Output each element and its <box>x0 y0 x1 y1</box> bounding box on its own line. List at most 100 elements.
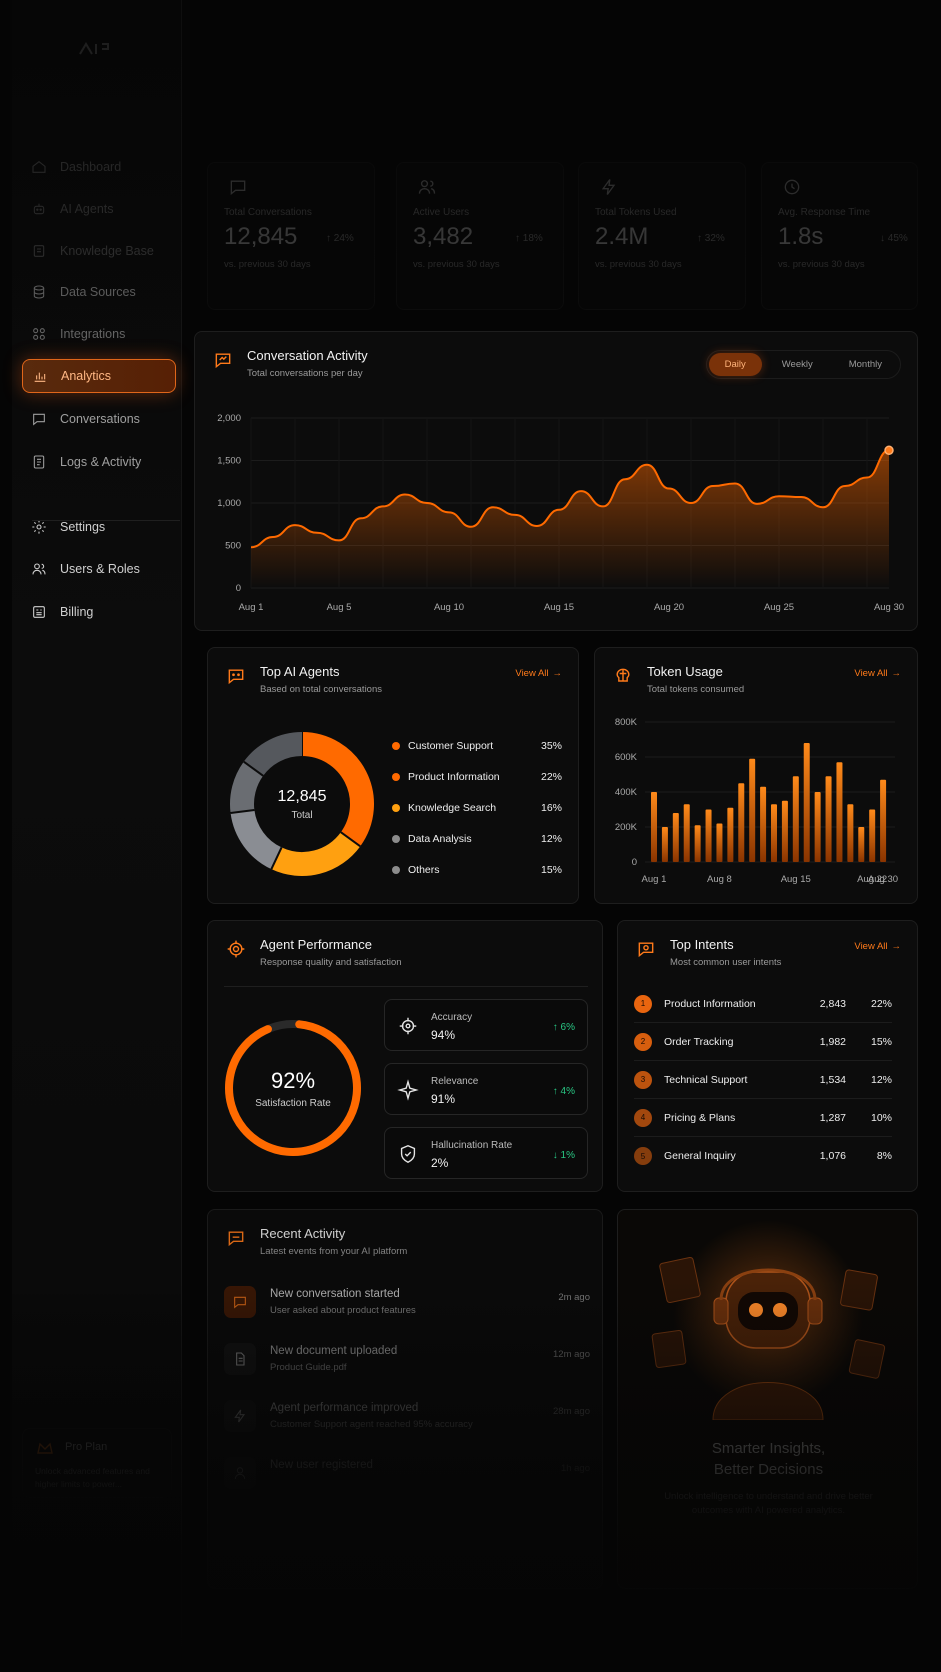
intent-name: Product Information <box>664 997 756 1010</box>
area-fill <box>251 450 889 588</box>
shield-icon <box>397 1143 419 1165</box>
card-subtitle: Based on total conversations <box>260 684 382 695</box>
legend-dot <box>392 866 400 874</box>
bar <box>705 809 712 862</box>
metric-label: Accuracy <box>431 1012 473 1023</box>
x-tick-label: Aug 15 <box>544 602 574 613</box>
activity-title: New user registered <box>270 1459 373 1471</box>
sidebar-item-label: AI Agents <box>60 202 114 216</box>
intent-name: General Inquiry <box>664 1150 736 1162</box>
intent-row[interactable]: 2 Order Tracking 1,982 15% <box>634 1023 892 1061</box>
activity-item[interactable]: New document uploaded Product Guide.pdf … <box>224 1339 590 1387</box>
bar <box>825 776 832 862</box>
sidebar-item-settings[interactable]: Settings <box>22 510 176 544</box>
activity-item[interactable]: Agent performance improved Customer Supp… <box>224 1396 590 1444</box>
activity-item[interactable]: New conversation started User asked abou… <box>224 1282 590 1330</box>
sidebar-item-label: Analytics <box>61 369 112 383</box>
legend-value: 12% <box>540 833 562 845</box>
plan-title: Pro Plan <box>65 1441 108 1453</box>
card-subtitle: Latest events from your AI platform <box>260 1246 408 1257</box>
x-tick-label: Aug 25 <box>764 602 794 613</box>
book-icon <box>30 242 48 260</box>
promo-title-line2: Better Decisions <box>713 1461 824 1478</box>
legend-label: Others <box>408 864 440 876</box>
intent-row[interactable]: 5 General Inquiry 1,076 8% <box>634 1137 892 1175</box>
intent-row[interactable]: 3 Technical Support 1,534 12% <box>634 1061 892 1099</box>
nav-divider <box>32 520 180 521</box>
metric-relevance: Relevance 91% ↑ 4% <box>384 1063 588 1115</box>
legend-value: 22% <box>540 771 562 783</box>
grid-icon <box>30 325 48 343</box>
sidebar-item-dashboard[interactable]: Dashboard <box>22 150 176 184</box>
robot-illustration <box>651 1220 886 1420</box>
activity-time: 28m ago <box>553 1406 590 1417</box>
sidebar-item-integrations[interactable]: Integrations <box>22 317 176 351</box>
donut-center: 12,845 Total <box>222 724 382 884</box>
sidebar-item-billing[interactable]: Billing <box>22 595 176 629</box>
view-all-label: View All <box>515 668 549 679</box>
intent-count: 1,982 <box>819 1035 846 1048</box>
promo-card: Smarter Insights, Better Decisions Unloc… <box>617 1209 918 1589</box>
view-all-link[interactable]: View All → <box>515 668 562 679</box>
metric-delta: ↓ 1% <box>552 1150 575 1161</box>
stat-delta: ↓ 45% <box>880 233 908 244</box>
sidebar-item-ai-agents[interactable]: AI Agents <box>22 192 176 226</box>
target-icon <box>397 1015 419 1037</box>
bar <box>716 823 723 862</box>
x-tick-label: Aug 1 <box>642 874 667 885</box>
list-icon <box>30 453 48 471</box>
bar <box>880 779 887 862</box>
satisfaction-label: Satisfaction Rate <box>255 1097 331 1109</box>
x-tick-label: Aug 20 <box>654 602 684 613</box>
promo-title: Smarter Insights, Better Decisions <box>618 1438 919 1480</box>
users-icon <box>30 560 48 578</box>
promo-title-line1: Smarter Insights, <box>711 1440 826 1457</box>
y-tick-label: 0 <box>236 583 241 594</box>
token-usage-card: Token Usage Total tokens consumed View A… <box>594 647 918 904</box>
conversation-activity-chart: 0 500 1,000 1,500 2,000 Aug 1 Aug 5 Aug 10 Aug 1… <box>217 413 904 613</box>
view-all-label: View All <box>854 941 888 952</box>
rank-badge: 3 <box>634 1070 652 1089</box>
sidebar-item-knowledge-base[interactable]: Knowledge Base <box>22 234 176 268</box>
stat-label: Avg. Response Time <box>778 207 871 218</box>
intent-row[interactable]: 4 Pricing & Plans 1,287 10% <box>634 1099 892 1137</box>
legend-label: Knowledge Search <box>408 802 497 814</box>
card-title: Top AI Agents <box>260 664 340 679</box>
stat-label: Total Conversations <box>224 207 312 218</box>
stat-value: 2.4M <box>595 223 649 250</box>
intent-count: 1,534 <box>819 1073 846 1086</box>
bar <box>847 804 854 862</box>
sidebar-item-data-sources[interactable]: Data Sources <box>22 275 176 309</box>
y-tick-label: 600K <box>615 752 638 763</box>
stat-label: Total Tokens Used <box>595 207 677 218</box>
sidebar-item-logs-activity[interactable]: Logs & Activity <box>22 445 176 479</box>
y-tick-label: 800K <box>615 717 638 728</box>
intent-row[interactable]: 1 Product Information 2,843 22% <box>634 985 892 1023</box>
activity-desc: User asked about product features <box>270 1305 416 1316</box>
bar <box>869 809 876 862</box>
bar <box>672 813 679 862</box>
metric-label: Hallucination Rate <box>431 1140 513 1151</box>
satisfaction-value: 92% <box>270 1067 316 1093</box>
sidebar-item-analytics[interactable]: Analytics <box>22 359 176 393</box>
bar <box>792 776 799 862</box>
view-all-link[interactable]: View All → <box>854 941 901 952</box>
activity-item[interactable]: New user registered 1h ago <box>224 1453 590 1501</box>
rank-badge: 2 <box>634 1032 652 1051</box>
sidebar-item-label: Integrations <box>60 327 126 341</box>
chat-icon <box>224 1286 256 1318</box>
stat-compare: vs. previous 30 days <box>413 259 500 270</box>
card-subtitle: Response quality and satisfaction <box>260 957 402 968</box>
sidebar-item-users-roles[interactable]: Users & Roles <box>22 552 176 586</box>
x-tick-label: Aug 1 <box>239 602 264 613</box>
intent-count: 2,843 <box>819 997 846 1010</box>
sidebar-item-label: Billing <box>60 605 94 619</box>
pro-plan-card[interactable]: Pro Plan Unlock advanced features and hi… <box>22 1428 172 1498</box>
sidebar-item-conversations[interactable]: Conversations <box>22 402 176 436</box>
bot-icon <box>30 200 48 218</box>
stat-value: 1.8s <box>778 223 824 250</box>
sidebar-item-label: Data Sources <box>60 285 136 299</box>
stat-label: Active Users <box>413 207 470 218</box>
agent-performance-card: Agent Performance Response quality and s… <box>207 920 603 1192</box>
clock-icon <box>782 177 804 199</box>
